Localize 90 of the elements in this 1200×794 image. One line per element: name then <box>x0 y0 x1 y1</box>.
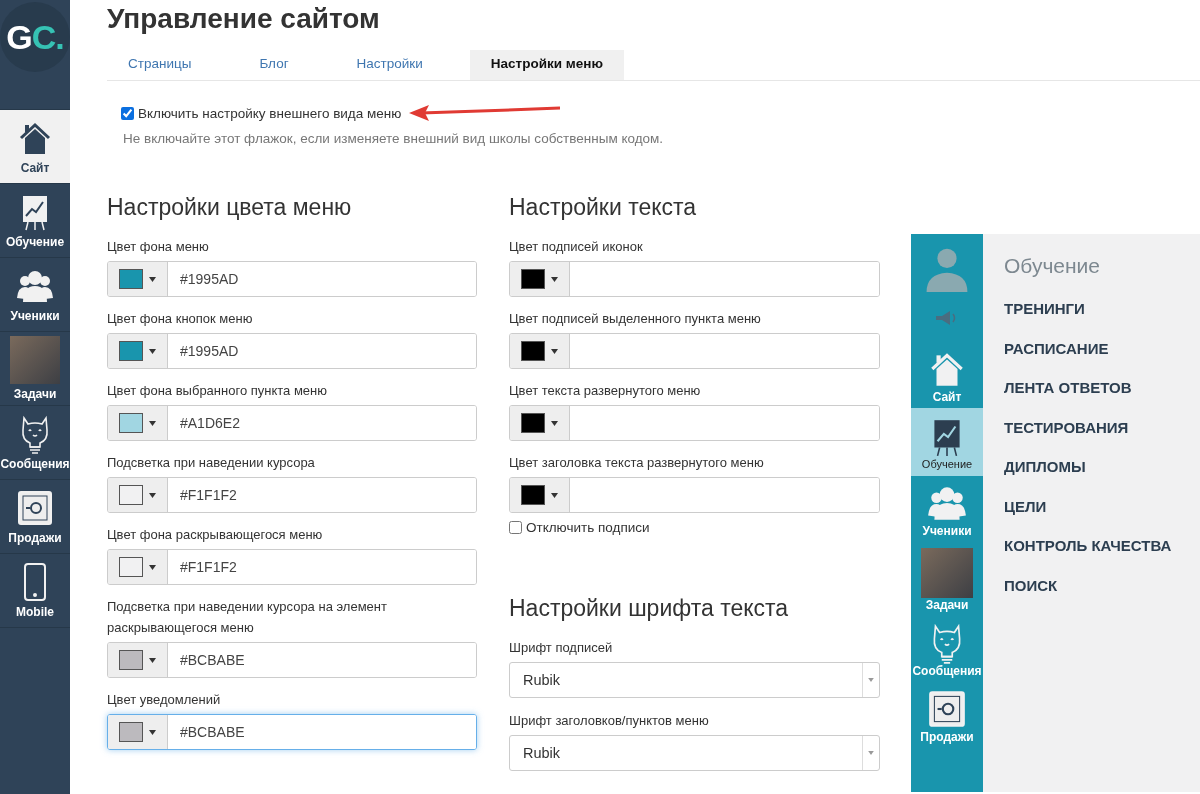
checkbox[interactable] <box>121 106 134 120</box>
sidebar-item[interactable]: Ученики <box>0 258 70 332</box>
field-label: Цвет уведомлений <box>107 691 222 709</box>
color-field[interactable]: #F1F1F2 <box>107 549 477 585</box>
section-title: Настройки шрифта текста <box>509 594 790 623</box>
checkbox-label: Включить настройку внешнего вида меню <box>138 105 402 121</box>
color-field[interactable] <box>509 405 880 441</box>
color-picker-button[interactable] <box>108 643 168 677</box>
preview-menu-item[interactable]: КОНТРОЛЬ КАЧЕСТВА <box>1004 537 1200 577</box>
caret-icon <box>551 276 558 282</box>
field-label: Шрифт заголовков/пунктов меню <box>509 712 710 730</box>
preview-menu-item[interactable]: ЦЕЛИ <box>1004 497 1200 537</box>
color-field[interactable]: #A1D6E2 <box>107 405 477 441</box>
preview-sidebar-item[interactable]: Обучение <box>911 408 983 476</box>
hint-text: Не включайте этот флажок, если изменяете внешний вид школы собственным кодом. <box>123 131 665 146</box>
field-label: Цвет фона раскрывающегося меню <box>107 526 324 544</box>
sidebar-item[interactable]: Обучение <box>0 184 70 258</box>
color-picker-button[interactable] <box>108 334 168 368</box>
color-field[interactable]: #BCBABE <box>107 714 477 750</box>
field-label: Цвет фона меню <box>107 238 210 256</box>
tab[interactable]: Блог <box>238 50 310 80</box>
color-field[interactable]: #1995AD <box>107 333 477 369</box>
section-title: Настройки текста <box>509 193 698 222</box>
tab[interactable]: Страницы <box>107 50 213 80</box>
preview-menu-item[interactable]: ЛЕНТА ОТВЕТОВ <box>1004 379 1200 419</box>
color-picker-button[interactable] <box>510 406 570 440</box>
preview-sidebar-item[interactable]: Ученики <box>911 476 983 542</box>
field-label: Цвет подписей выделенного пункта меню <box>509 310 762 328</box>
color-field[interactable] <box>509 333 880 369</box>
photo-placeholder <box>920 548 974 599</box>
field-label: Цвет текста развернутого меню <box>509 382 702 400</box>
caret-icon <box>149 564 156 570</box>
font-select[interactable]: Rubik <box>509 662 880 698</box>
safe-icon <box>15 488 55 528</box>
caret-icon <box>149 276 156 282</box>
color-picker-button[interactable] <box>510 262 570 296</box>
field-label: Подсветка при наведении курсора <box>107 454 316 472</box>
preview-menu-item[interactable]: ТРЕНИНГИ <box>1004 300 1200 340</box>
field-label: Цвет заголовка текста развернутого меню <box>509 454 765 472</box>
caret-icon <box>149 492 156 498</box>
caret-icon <box>868 751 874 755</box>
caret-icon <box>149 348 156 354</box>
preview-menu-item[interactable]: ДИПЛОМЫ <box>1004 458 1200 498</box>
preview-menu-item[interactable]: ПОИСК <box>1004 576 1200 616</box>
caret-icon <box>551 348 558 354</box>
color-picker-button[interactable] <box>108 715 168 749</box>
page-title: Управление сайтом <box>107 2 381 36</box>
field-label: Цвет подписей иконок <box>509 238 644 256</box>
color-picker-button[interactable] <box>510 334 570 368</box>
preview-sidebar-item[interactable]: Продажи <box>911 682 983 749</box>
font-select[interactable]: Rubik <box>509 735 880 771</box>
checkbox-label: Отключить подписи <box>526 520 650 535</box>
color-field[interactable]: #1995AD <box>107 261 477 297</box>
sidebar-item[interactable]: Сайт <box>0 110 70 184</box>
field-label: Шрифт подписей <box>509 639 614 657</box>
preview-menu-item[interactable]: ТЕСТИРОВАНИЯ <box>1004 418 1200 458</box>
speaker-icon <box>936 310 958 326</box>
preview-sidebar-item[interactable]: Задачи <box>911 542 983 617</box>
color-field[interactable] <box>509 261 880 297</box>
color-field[interactable]: #F1F1F2 <box>107 477 477 513</box>
color-picker-button[interactable] <box>510 478 570 512</box>
caret-icon <box>149 657 156 663</box>
logo[interactable]: GC. <box>0 2 70 72</box>
sidebar-item[interactable]: Продажи <box>0 480 70 554</box>
caret-icon <box>551 492 558 498</box>
color-picker-button[interactable] <box>108 262 168 296</box>
sidebar-item[interactable]: Mobile <box>0 554 70 628</box>
photo-placeholder <box>10 336 60 384</box>
tab[interactable]: Настройки меню <box>469 50 624 80</box>
color-picker-button[interactable] <box>108 478 168 512</box>
field-label: Цвет фона кнопок меню <box>107 310 254 328</box>
sidebar-item[interactable]: Сообщения <box>0 406 70 480</box>
caret-icon <box>149 729 156 735</box>
color-field[interactable]: #BCBABE <box>107 642 477 678</box>
preview-sidebar-item[interactable]: Сообщения <box>911 616 983 683</box>
color-picker-button[interactable] <box>108 550 168 584</box>
caret-icon <box>551 420 558 426</box>
preview-menu-item[interactable]: РАСПИСАНИЕ <box>1004 339 1200 379</box>
field-label: Подсветка при наведении курсора на элемент раскрывающегося меню <box>107 598 388 637</box>
checkbox[interactable] <box>509 521 522 534</box>
preview-sidebar-item[interactable]: Сайт <box>911 342 983 408</box>
caret-icon <box>149 420 156 426</box>
field-label: Цвет фона выбранного пункта меню <box>107 382 329 400</box>
sidebar-item[interactable]: Задачи <box>0 332 70 406</box>
color-field[interactable] <box>509 477 880 513</box>
section-title: Настройки цвета меню <box>107 193 353 222</box>
tab[interactable]: Настройки <box>335 50 444 80</box>
caret-icon <box>868 678 874 682</box>
preview-menu-title: Обучение <box>1004 254 1102 278</box>
color-picker-button[interactable] <box>108 406 168 440</box>
